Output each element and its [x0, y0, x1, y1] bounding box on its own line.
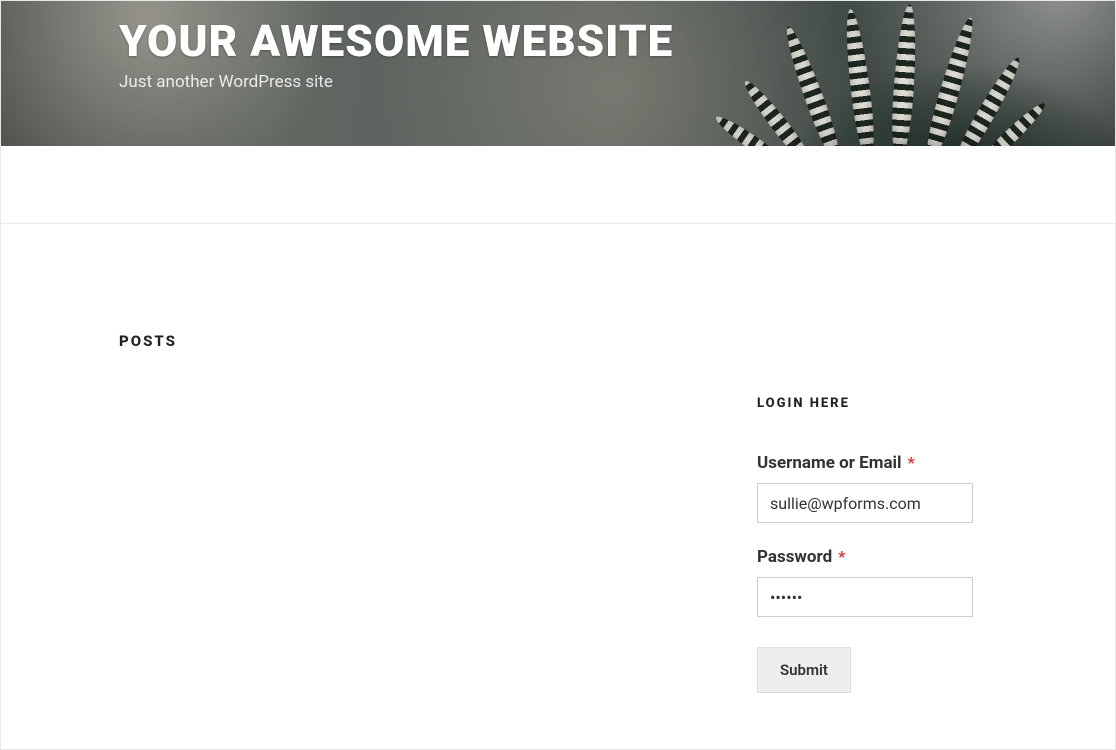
password-input[interactable]: [757, 577, 973, 617]
login-widget-title: LOGIN HERE: [757, 396, 973, 411]
required-marker: *: [838, 547, 845, 566]
primary-nav: [1, 146, 1115, 224]
site-header: YOUR AWESOME WEBSITE Just another WordPr…: [1, 1, 1115, 146]
username-input[interactable]: [757, 483, 973, 523]
submit-button[interactable]: Submit: [757, 647, 851, 693]
username-label: Username or Email *: [757, 453, 915, 472]
site-tagline: Just another WordPress site: [119, 72, 1115, 92]
login-form: Username or Email * Password * Submit: [757, 453, 973, 693]
site-title[interactable]: YOUR AWESOME WEBSITE: [119, 18, 1115, 64]
posts-heading: POSTS: [119, 332, 1115, 350]
required-marker: *: [908, 453, 915, 472]
password-label: Password *: [757, 547, 845, 566]
sidebar: LOGIN HERE Username or Email * Password …: [757, 396, 973, 693]
